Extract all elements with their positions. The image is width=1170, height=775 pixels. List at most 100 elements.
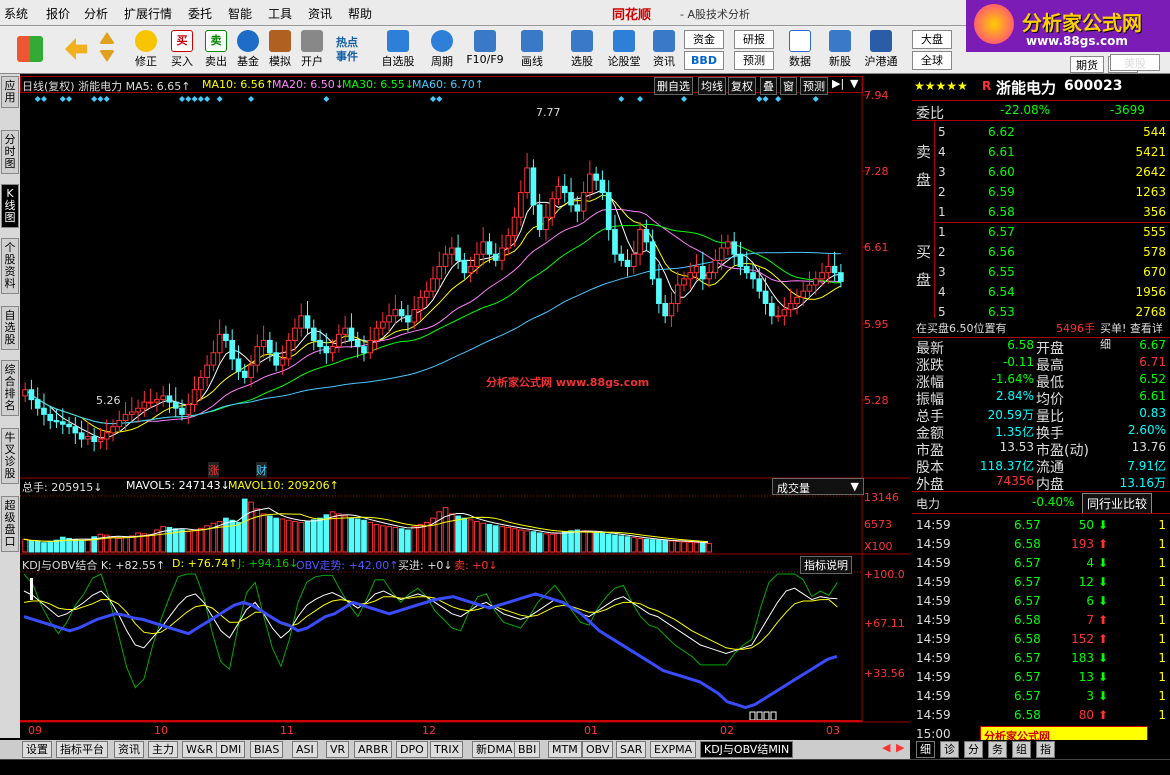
sell-level-row[interactable]: 1 6.58 356 — [934, 203, 1170, 222]
up-down-button[interactable] — [96, 28, 118, 72]
indicator-tab[interactable]: W&R — [182, 741, 218, 758]
indicator-tab[interactable]: EXPMA — [650, 741, 697, 758]
chart-area[interactable]: 日线(复权) 浙能电力 MA5: 6.65↑ MA10: 6.56↑ MA20:… — [20, 76, 910, 740]
indicator-tab[interactable]: BIAS — [250, 741, 284, 758]
ma-button[interactable]: 均线 — [698, 77, 726, 95]
hk-connect-button[interactable]: 沪港通 — [860, 28, 902, 72]
panel-toggle-icon[interactable]: ▶| — [832, 77, 844, 90]
overlay-button[interactable]: 叠 — [760, 77, 777, 95]
menu-item-smart[interactable]: 智能 — [228, 5, 252, 22]
tab-kline[interactable]: K线图 — [1, 184, 19, 228]
scroll-right-icon[interactable]: ▶ — [896, 741, 904, 754]
bbd-button[interactable]: BBD — [684, 51, 724, 70]
buy-level-row[interactable]: 4 6.54 1956 — [934, 283, 1170, 302]
right-tab[interactable]: 诊 — [940, 741, 959, 758]
stock-picker-button[interactable]: 选股 — [564, 28, 600, 72]
fund-flow-button[interactable]: 资金 — [684, 30, 724, 49]
indicator-tab[interactable]: 设置 — [22, 741, 52, 758]
sell-level-row[interactable]: 5 6.62 544 — [934, 123, 1170, 142]
menu-item-help[interactable]: 帮助 — [348, 5, 372, 22]
menu-item-quote[interactable]: 报价 — [46, 5, 70, 22]
indicator-tab[interactable]: SAR — [616, 741, 647, 758]
menu-item-entrust[interactable]: 委托 — [188, 5, 212, 22]
indicator-tab[interactable]: OBV — [582, 741, 614, 758]
indicator-tab[interactable]: 资讯 — [114, 741, 144, 758]
indicator-tab[interactable]: ARBR — [354, 741, 393, 758]
tab-ranking[interactable]: 综合排名 — [1, 360, 19, 416]
open-account-button[interactable]: 开户 — [294, 28, 330, 72]
right-tab[interactable]: 务 — [988, 741, 1007, 758]
indicator-tab[interactable]: 指标平台 — [56, 741, 108, 758]
indicator-tab[interactable]: DPO — [396, 741, 428, 758]
f10-button[interactable]: F10/F9 — [464, 28, 506, 72]
menu-item-extended[interactable]: 扩展行情 — [124, 5, 172, 22]
menu-item-news[interactable]: 资讯 — [308, 5, 332, 22]
simulate-button[interactable]: 模拟 — [262, 28, 298, 72]
volume-indicator-select[interactable]: 成交量 ▼ — [772, 478, 864, 495]
finance-marker[interactable]: 财 — [256, 462, 267, 478]
layout-button[interactable] — [14, 28, 46, 72]
tab-app[interactable]: 应用 — [1, 76, 19, 108]
buy-level-row[interactable]: 1 6.57 555 — [934, 223, 1170, 242]
tab-super-order[interactable]: 超级盘口 — [1, 496, 19, 552]
menu-item-system[interactable]: 系统 — [4, 5, 28, 22]
sell-button[interactable]: 卖卖出 — [198, 28, 234, 72]
right-tab[interactable]: 组 — [1012, 741, 1031, 758]
forecast-button[interactable]: 预测 — [734, 51, 774, 70]
candle-up — [185, 404, 192, 415]
right-tab[interactable]: 分 — [964, 741, 983, 758]
indicator-tab[interactable]: 新DMA — [472, 741, 517, 758]
draw-line-button[interactable]: 画线 — [514, 28, 550, 72]
chevron-down-icon[interactable]: ▼ — [850, 77, 858, 90]
data-button[interactable]: 数据 — [782, 28, 818, 72]
tab-intraday[interactable]: 分时图 — [1, 130, 19, 174]
news-button[interactable]: 资讯 — [646, 28, 682, 72]
index-button[interactable]: 大盘 — [912, 30, 952, 49]
modify-button[interactable]: 修正 — [128, 28, 164, 72]
timeline-bar — [20, 720, 862, 722]
tab-watchlist[interactable]: 自选股 — [1, 306, 19, 350]
ipo-button[interactable]: 新股 — [822, 28, 858, 72]
sell-level-row[interactable]: 2 6.59 1263 — [934, 183, 1170, 202]
window-button[interactable]: 窗 — [780, 77, 797, 95]
volume-bar — [285, 519, 292, 553]
forum-button[interactable]: 论股堂 — [604, 28, 644, 72]
buy-button[interactable]: 买买入 — [164, 28, 200, 72]
watchlist-button[interactable]: 自选股 — [378, 28, 418, 72]
global-button[interactable]: 全球 — [912, 51, 952, 70]
fund-button[interactable]: 基金 — [230, 28, 266, 72]
adjust-button[interactable]: 复权 — [728, 77, 756, 95]
right-tab[interactable]: 细 — [916, 741, 935, 758]
indicator-tab[interactable]: DMI — [216, 741, 246, 758]
back-button[interactable] — [58, 28, 94, 72]
industry-compare-button[interactable]: 同行业比较 — [1082, 493, 1153, 514]
indicator-tab[interactable]: MTM — [548, 741, 582, 758]
indicator-tab[interactable]: 主力 — [148, 741, 178, 758]
sell-level-row[interactable]: 4 6.61 5421 — [934, 143, 1170, 162]
limit-up-marker[interactable]: 涨 — [208, 462, 219, 478]
scroll-left-icon[interactable]: ◀ — [882, 741, 890, 754]
buy-level-row[interactable]: 2 6.56 578 — [934, 243, 1170, 262]
tab-diagnosis[interactable]: 牛叉诊股 — [1, 428, 19, 484]
menu-item-tools[interactable]: 工具 — [268, 5, 292, 22]
us-stock-link[interactable]: 美股 — [1110, 54, 1160, 71]
tab-profile[interactable]: 个股资料 — [1, 238, 19, 294]
indicator-tab[interactable]: BBI — [514, 741, 541, 758]
research-button[interactable]: 研报 — [734, 30, 774, 49]
indicator-tab[interactable]: ASI — [292, 741, 318, 758]
indicator-tab[interactable]: TRIX — [430, 741, 464, 758]
right-tab[interactable]: 指 — [1036, 741, 1055, 758]
price: 6.56 — [988, 245, 1015, 259]
predict-button[interactable]: 预测 — [800, 77, 828, 95]
buy-level-row[interactable]: 3 6.55 670 — [934, 263, 1170, 282]
indicator-tab[interactable]: VR — [326, 741, 350, 758]
indicator-tab[interactable]: KDJ与OBV结MIN — [700, 741, 794, 758]
sell-level-row[interactable]: 3 6.60 2642 — [934, 163, 1170, 182]
remove-watchlist-button[interactable]: 删自选 — [654, 77, 693, 95]
indicator-help-button[interactable]: 指标说明 — [800, 556, 852, 574]
period-button[interactable]: 周期 — [424, 28, 460, 72]
menu-item-analysis[interactable]: 分析 — [84, 5, 108, 22]
futures-button[interactable]: 期货 — [1070, 56, 1104, 73]
hot-events-button[interactable]: 热点 事件 — [330, 28, 364, 72]
candle-down — [461, 259, 468, 274]
